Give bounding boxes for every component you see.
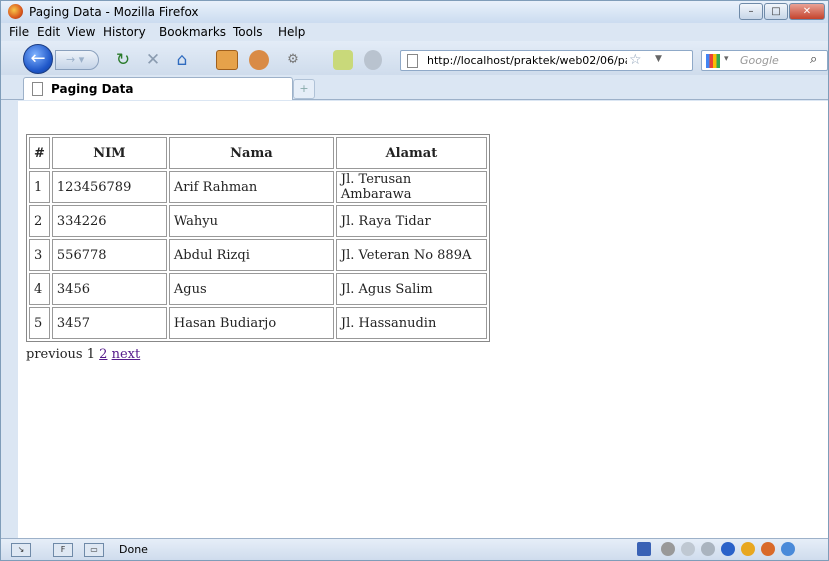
cell-nama: Arif Rahman bbox=[168, 171, 334, 203]
maximize-button[interactable]: □ bbox=[764, 3, 788, 20]
cell-nim: 3456 bbox=[51, 273, 167, 305]
tray-icon-5[interactable] bbox=[721, 542, 735, 556]
tab-label: Paging Data bbox=[51, 82, 134, 96]
cell-nama: Abdul Rizqi bbox=[168, 239, 334, 271]
table-row: 2 334226 Wahyu Jl. Raya Tidar bbox=[29, 205, 487, 237]
cell-alamat: Jl. Terusan Ambarawa bbox=[335, 171, 487, 203]
pager-current: 1 bbox=[86, 347, 96, 362]
tray-icon-4[interactable] bbox=[701, 542, 715, 556]
cell-number: 2 bbox=[29, 205, 50, 237]
cell-number: 4 bbox=[29, 273, 50, 305]
table-row: 4 3456 Agus Jl. Agus Salim bbox=[29, 273, 487, 305]
data-table: # NIM Nama Alamat 1 123456789 Arif Rahma… bbox=[26, 134, 490, 342]
cell-nim: 123456789 bbox=[51, 171, 167, 203]
google-icon[interactable] bbox=[706, 54, 720, 68]
cell-number: 5 bbox=[29, 307, 50, 339]
menu-edit[interactable]: Edit bbox=[37, 25, 60, 39]
table-row: 3 556778 Abdul Rizqi Jl. Veteran No 889A bbox=[29, 239, 487, 271]
cell-alamat: Jl. Raya Tidar bbox=[335, 205, 487, 237]
cell-nim: 556778 bbox=[51, 239, 167, 271]
header-nama: Nama bbox=[168, 137, 334, 169]
addon-icon-2[interactable] bbox=[249, 50, 269, 70]
minimize-button[interactable]: – bbox=[739, 3, 763, 20]
menu-bookmarks[interactable]: Bookmarks bbox=[159, 25, 226, 39]
addon-icon-1[interactable] bbox=[216, 50, 238, 70]
tray-icon-8[interactable] bbox=[781, 542, 795, 556]
status-bar: ↘ F ▭ Done bbox=[1, 538, 828, 560]
pagination: previous 1 2 next bbox=[26, 347, 140, 362]
cell-number: 3 bbox=[29, 239, 50, 271]
menu-file[interactable]: File bbox=[9, 25, 29, 39]
cell-nama: Hasan Budiarjo bbox=[168, 307, 334, 339]
status-icon-2[interactable]: F bbox=[53, 543, 73, 557]
firefox-logo-icon bbox=[8, 4, 23, 19]
forward-icon[interactable]: → ▾ bbox=[55, 50, 99, 70]
url-text[interactable]: http://localhost/praktek/web02/06/pag bbox=[427, 54, 627, 67]
tray-icon-2[interactable] bbox=[661, 542, 675, 556]
tray-icon-6[interactable] bbox=[741, 542, 755, 556]
status-icon-3[interactable]: ▭ bbox=[84, 543, 104, 557]
cell-nama: Agus bbox=[168, 273, 334, 305]
menu-history[interactable]: History bbox=[103, 25, 146, 39]
navigation-toolbar: ← → ▾ ↻ ✕ ⌂ ⚙ http://localhost/praktek/w… bbox=[1, 41, 828, 75]
window-title: Paging Data - Mozilla Firefox bbox=[29, 5, 199, 19]
address-bar[interactable]: http://localhost/praktek/web02/06/pag ☆ … bbox=[400, 50, 693, 71]
cell-number: 1 bbox=[29, 171, 50, 203]
search-icon[interactable]: ⌕ bbox=[810, 52, 817, 67]
table-header-row: # NIM Nama Alamat bbox=[29, 137, 487, 169]
tab-paging-data[interactable]: Paging Data bbox=[23, 77, 293, 100]
status-text: Done bbox=[119, 543, 148, 556]
tray-icon-3[interactable] bbox=[681, 542, 695, 556]
menu-help[interactable]: Help bbox=[278, 25, 305, 39]
chevron-down-icon[interactable]: ▼ bbox=[655, 54, 662, 64]
cell-alamat: Jl. Agus Salim bbox=[335, 273, 487, 305]
header-alamat: Alamat bbox=[335, 137, 487, 169]
cell-alamat: Jl. Hassanudin bbox=[335, 307, 487, 339]
cell-nama: Wahyu bbox=[168, 205, 334, 237]
search-bar[interactable]: ▾ Google ⌕ bbox=[701, 50, 828, 71]
menu-view[interactable]: View bbox=[67, 25, 95, 39]
new-tab-button[interactable]: + bbox=[293, 79, 315, 99]
menu-tools[interactable]: Tools bbox=[233, 25, 263, 39]
addon-icon-5[interactable] bbox=[364, 50, 382, 70]
menu-bar: File Edit View History Bookmarks Tools H… bbox=[1, 23, 828, 41]
header-number: # bbox=[29, 137, 50, 169]
stop-icon[interactable]: ✕ bbox=[143, 50, 163, 70]
pager-next-link[interactable]: next bbox=[112, 347, 141, 362]
page-icon bbox=[407, 54, 418, 68]
addon-icon-3[interactable]: ⚙ bbox=[284, 50, 302, 70]
cell-alamat: Jl. Veteran No 889A bbox=[335, 239, 487, 271]
tray-icon-7[interactable] bbox=[761, 542, 775, 556]
back-icon[interactable]: ← bbox=[23, 44, 53, 74]
close-button[interactable]: ✕ bbox=[789, 3, 825, 20]
cell-nim: 3457 bbox=[51, 307, 167, 339]
title-bar: Paging Data - Mozilla Firefox – □ ✕ bbox=[1, 1, 828, 23]
table-row: 5 3457 Hasan Budiarjo Jl. Hassanudin bbox=[29, 307, 487, 339]
tab-strip: Paging Data + bbox=[1, 75, 828, 100]
search-input[interactable]: Google bbox=[740, 54, 779, 67]
tray-icon-1[interactable] bbox=[637, 542, 651, 556]
search-engine-chevron-icon[interactable]: ▾ bbox=[724, 54, 729, 64]
cell-nim: 334226 bbox=[51, 205, 167, 237]
status-icon-1[interactable]: ↘ bbox=[11, 543, 31, 557]
pager-previous: previous bbox=[26, 347, 83, 362]
addon-icon-4[interactable] bbox=[333, 50, 353, 70]
reload-icon[interactable]: ↻ bbox=[113, 50, 133, 70]
star-icon[interactable]: ☆ bbox=[629, 52, 642, 68]
pager-page-2-link[interactable]: 2 bbox=[99, 347, 107, 362]
home-icon[interactable]: ⌂ bbox=[172, 50, 192, 70]
page-icon bbox=[32, 82, 43, 96]
page-content: # NIM Nama Alamat 1 123456789 Arif Rahma… bbox=[18, 101, 828, 538]
browser-window: Paging Data - Mozilla Firefox – □ ✕ File… bbox=[0, 0, 829, 561]
header-nim: NIM bbox=[51, 137, 167, 169]
table-row: 1 123456789 Arif Rahman Jl. Terusan Amba… bbox=[29, 171, 487, 203]
